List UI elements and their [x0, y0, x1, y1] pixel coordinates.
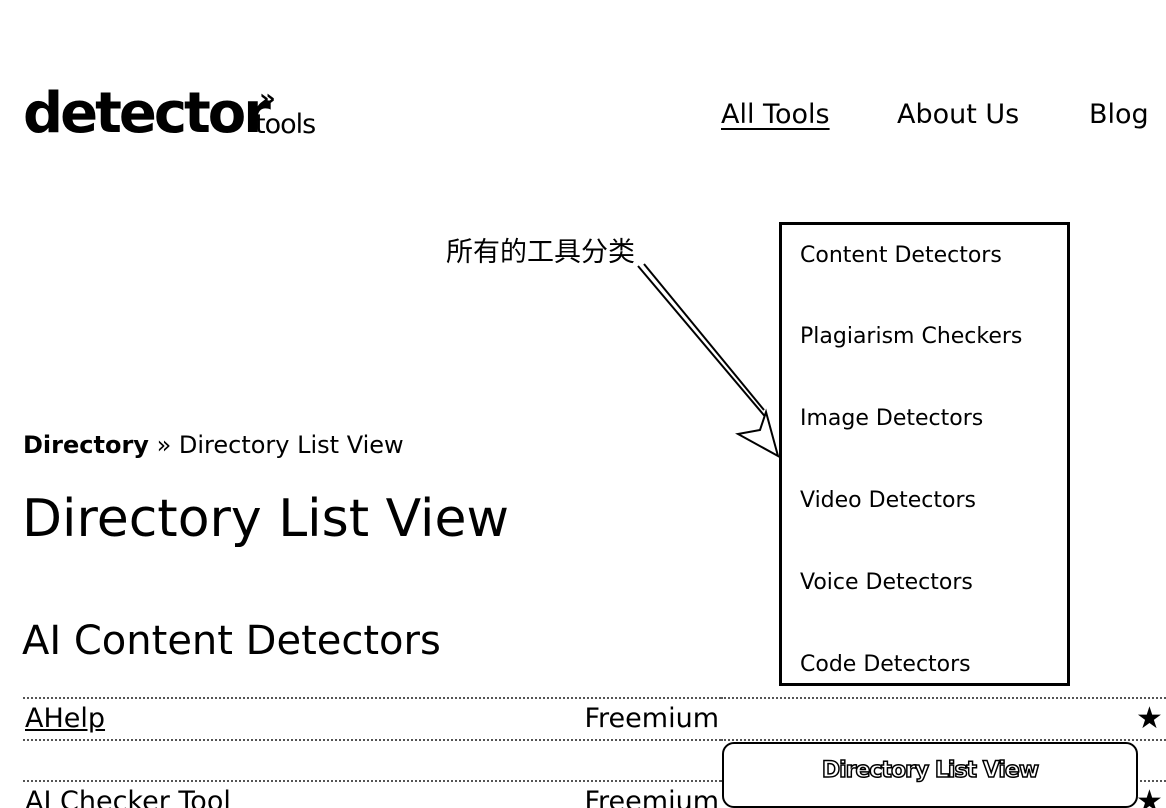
category-item-image-detectors[interactable]: Image Detectors: [800, 404, 983, 434]
tool-pricing: Freemium: [584, 703, 719, 734]
tool-pricing: Freemium: [584, 786, 719, 808]
star-icon[interactable]: ★: [1136, 784, 1163, 808]
logo-wordmark: detector: [23, 81, 271, 146]
annotation-label: 所有的工具分类: [446, 237, 635, 268]
tool-name-link[interactable]: AI Checker Tool: [25, 784, 231, 808]
breadcrumb-separator: »: [148, 431, 179, 459]
table-row-extension: [721, 697, 1166, 741]
category-item-code-detectors[interactable]: Code Detectors: [800, 650, 971, 680]
view-toggle-button[interactable]: Directory List View: [722, 742, 1138, 808]
nav-all-tools[interactable]: All Tools: [721, 98, 830, 132]
category-item-voice-detectors[interactable]: Voice Detectors: [800, 568, 973, 598]
category-item-video-detectors[interactable]: Video Detectors: [800, 486, 976, 516]
nav-about-us[interactable]: About Us: [897, 98, 1019, 132]
breadcrumb: Directory » Directory List View: [23, 428, 404, 462]
section-title: AI Content Detectors: [22, 618, 441, 664]
breadcrumb-root[interactable]: Directory: [23, 431, 149, 459]
annotation-arrow-icon: [637, 263, 780, 459]
category-item-content-detectors[interactable]: Content Detectors: [800, 241, 1002, 271]
category-item-plagiarism-checkers[interactable]: Plagiarism Checkers: [800, 322, 1022, 352]
star-icon[interactable]: ★: [1136, 701, 1163, 737]
nav-blog[interactable]: Blog: [1089, 98, 1149, 132]
page-title: Directory List View: [22, 489, 510, 549]
breadcrumb-current: Directory List View: [178, 431, 404, 459]
logo-subtext: tools: [255, 109, 316, 140]
view-toggle-label: Directory List View: [821, 757, 1040, 784]
tool-name-link[interactable]: AHelp: [25, 701, 105, 737]
table-row: AHelp Freemium: [23, 697, 721, 741]
table-row: AI Checker Tool Freemium: [23, 780, 721, 808]
category-dropdown-menu: Content Detectors Plagiarism Checkers Im…: [779, 222, 1070, 686]
